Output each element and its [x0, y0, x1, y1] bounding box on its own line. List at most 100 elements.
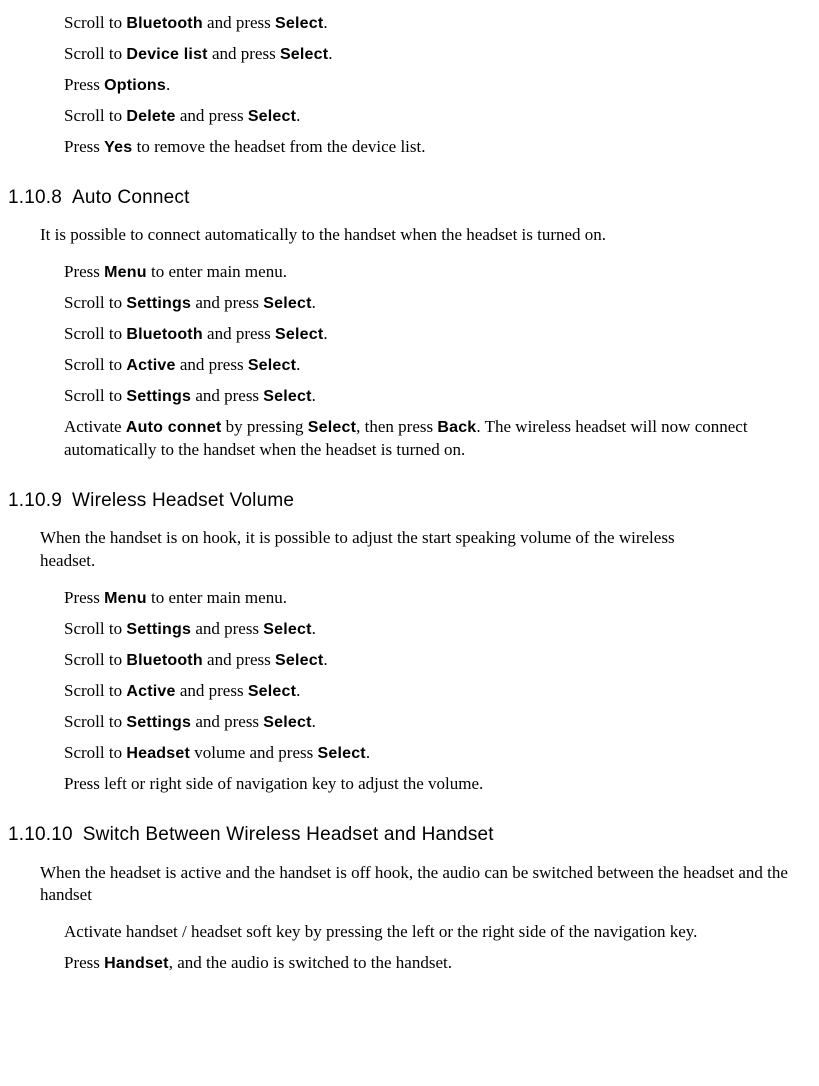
text: Activate [64, 417, 126, 436]
text: . [312, 293, 316, 312]
ui-label: Bluetooth [126, 15, 202, 32]
text: , and the audio is switched to the hands… [169, 953, 452, 972]
ui-label: Device list [126, 46, 207, 63]
text: . [312, 712, 316, 731]
ui-label: Options [104, 77, 166, 94]
text: and press [191, 386, 263, 405]
text: , then press [356, 417, 437, 436]
text: . [366, 743, 370, 762]
text: Scroll to [64, 712, 126, 731]
section-heading-switch-headset-handset: 1.10.10 Switch Between Wireless Headset a… [8, 822, 811, 848]
step: Scroll to Settings and press Select. [64, 711, 811, 734]
step: Press Options. [64, 74, 811, 97]
section-paragraph: When the headset is active and the hands… [40, 862, 800, 908]
ui-label: Select [248, 108, 296, 125]
text: . [296, 355, 300, 374]
ui-label: Bluetooth [126, 652, 202, 669]
text: . [323, 650, 327, 669]
text: . [323, 324, 327, 343]
text: Scroll to [64, 650, 126, 669]
section-number: 1.10.8 [8, 187, 62, 208]
ui-label: Select [317, 745, 365, 762]
text: . [296, 106, 300, 125]
ui-label: Select [275, 15, 323, 32]
text: and press [191, 619, 263, 638]
ui-label: Delete [126, 108, 175, 125]
section-paragraph: It is possible to connect automatically … [40, 224, 800, 247]
step: Press Handset, and the audio is switched… [64, 952, 811, 975]
ui-label: Select [248, 683, 296, 700]
text: Press [64, 137, 104, 156]
step: Scroll to Settings and press Select. [64, 292, 811, 315]
text: . [328, 44, 332, 63]
text: and press [203, 324, 275, 343]
step: Press Yes to remove the headset from the… [64, 136, 811, 159]
ui-label: Select [308, 419, 356, 436]
ui-label: Select [280, 46, 328, 63]
section-paragraph: When the handset is on hook, it is possi… [40, 527, 680, 573]
text: and press [191, 293, 263, 312]
ui-label: Menu [104, 590, 147, 607]
ui-label: Select [263, 714, 311, 731]
step: Activate Auto connet by pressing Select,… [64, 416, 811, 462]
ui-label: Back [437, 419, 476, 436]
ui-label: Active [126, 357, 175, 374]
text: Scroll to [64, 619, 126, 638]
text: . [296, 681, 300, 700]
section-title: Auto Connect [72, 187, 190, 208]
text: Press [64, 588, 104, 607]
text: Scroll to [64, 293, 126, 312]
ui-label: Select [275, 652, 323, 669]
ui-label: Select [263, 295, 311, 312]
section-title: Wireless Headset Volume [72, 490, 294, 511]
ui-label: Settings [126, 621, 191, 638]
step: Scroll to Device list and press Select. [64, 43, 811, 66]
ui-label: Select [263, 621, 311, 638]
section-title: Switch Between Wireless Headset and Hand… [83, 824, 494, 845]
step: Scroll to Delete and press Select. [64, 105, 811, 128]
text: and press [203, 13, 275, 32]
text: Scroll to [64, 681, 126, 700]
ui-label: Settings [126, 295, 191, 312]
text: Scroll to [64, 743, 126, 762]
ui-label: Menu [104, 264, 147, 281]
step: Press Menu to enter main menu. [64, 587, 811, 610]
text: Scroll to [64, 44, 126, 63]
text: Scroll to [64, 386, 126, 405]
ui-label: Settings [126, 388, 191, 405]
ui-label: Settings [126, 714, 191, 731]
step: Scroll to Active and press Select. [64, 354, 811, 377]
step: Scroll to Bluetooth and press Select. [64, 12, 811, 35]
step: Scroll to Settings and press Select. [64, 618, 811, 641]
ui-label: Auto connet [126, 419, 222, 436]
text: . [312, 386, 316, 405]
text: Scroll to [64, 324, 126, 343]
ui-label: Select [248, 357, 296, 374]
step: Scroll to Active and press Select. [64, 680, 811, 703]
ui-label: Headset [126, 745, 190, 762]
step: Press Menu to enter main menu. [64, 261, 811, 284]
step: Scroll to Bluetooth and press Select. [64, 323, 811, 346]
text: volume and press [190, 743, 317, 762]
text: Press [64, 75, 104, 94]
ui-label: Yes [104, 139, 132, 156]
section-heading-auto-connect: 1.10.8 Auto Connect [8, 185, 811, 211]
text: to enter main menu. [147, 588, 287, 607]
ui-label: Bluetooth [126, 326, 202, 343]
step: Scroll to Settings and press Select. [64, 385, 811, 408]
ui-label: Active [126, 683, 175, 700]
section-number: 1.10.9 [8, 490, 62, 511]
section-heading-wireless-headset-volume: 1.10.9 Wireless Headset Volume [8, 488, 811, 514]
ui-label: Select [263, 388, 311, 405]
section-number: 1.10.10 [8, 824, 73, 845]
text: Scroll to [64, 13, 126, 32]
text: Scroll to [64, 106, 126, 125]
text: . [166, 75, 170, 94]
ui-label: Select [275, 326, 323, 343]
text: and press [191, 712, 263, 731]
text: to remove the headset from the device li… [132, 137, 425, 156]
text: Scroll to [64, 355, 126, 374]
text: . [323, 13, 327, 32]
step: Scroll to Bluetooth and press Select. [64, 649, 811, 672]
text: and press [203, 650, 275, 669]
